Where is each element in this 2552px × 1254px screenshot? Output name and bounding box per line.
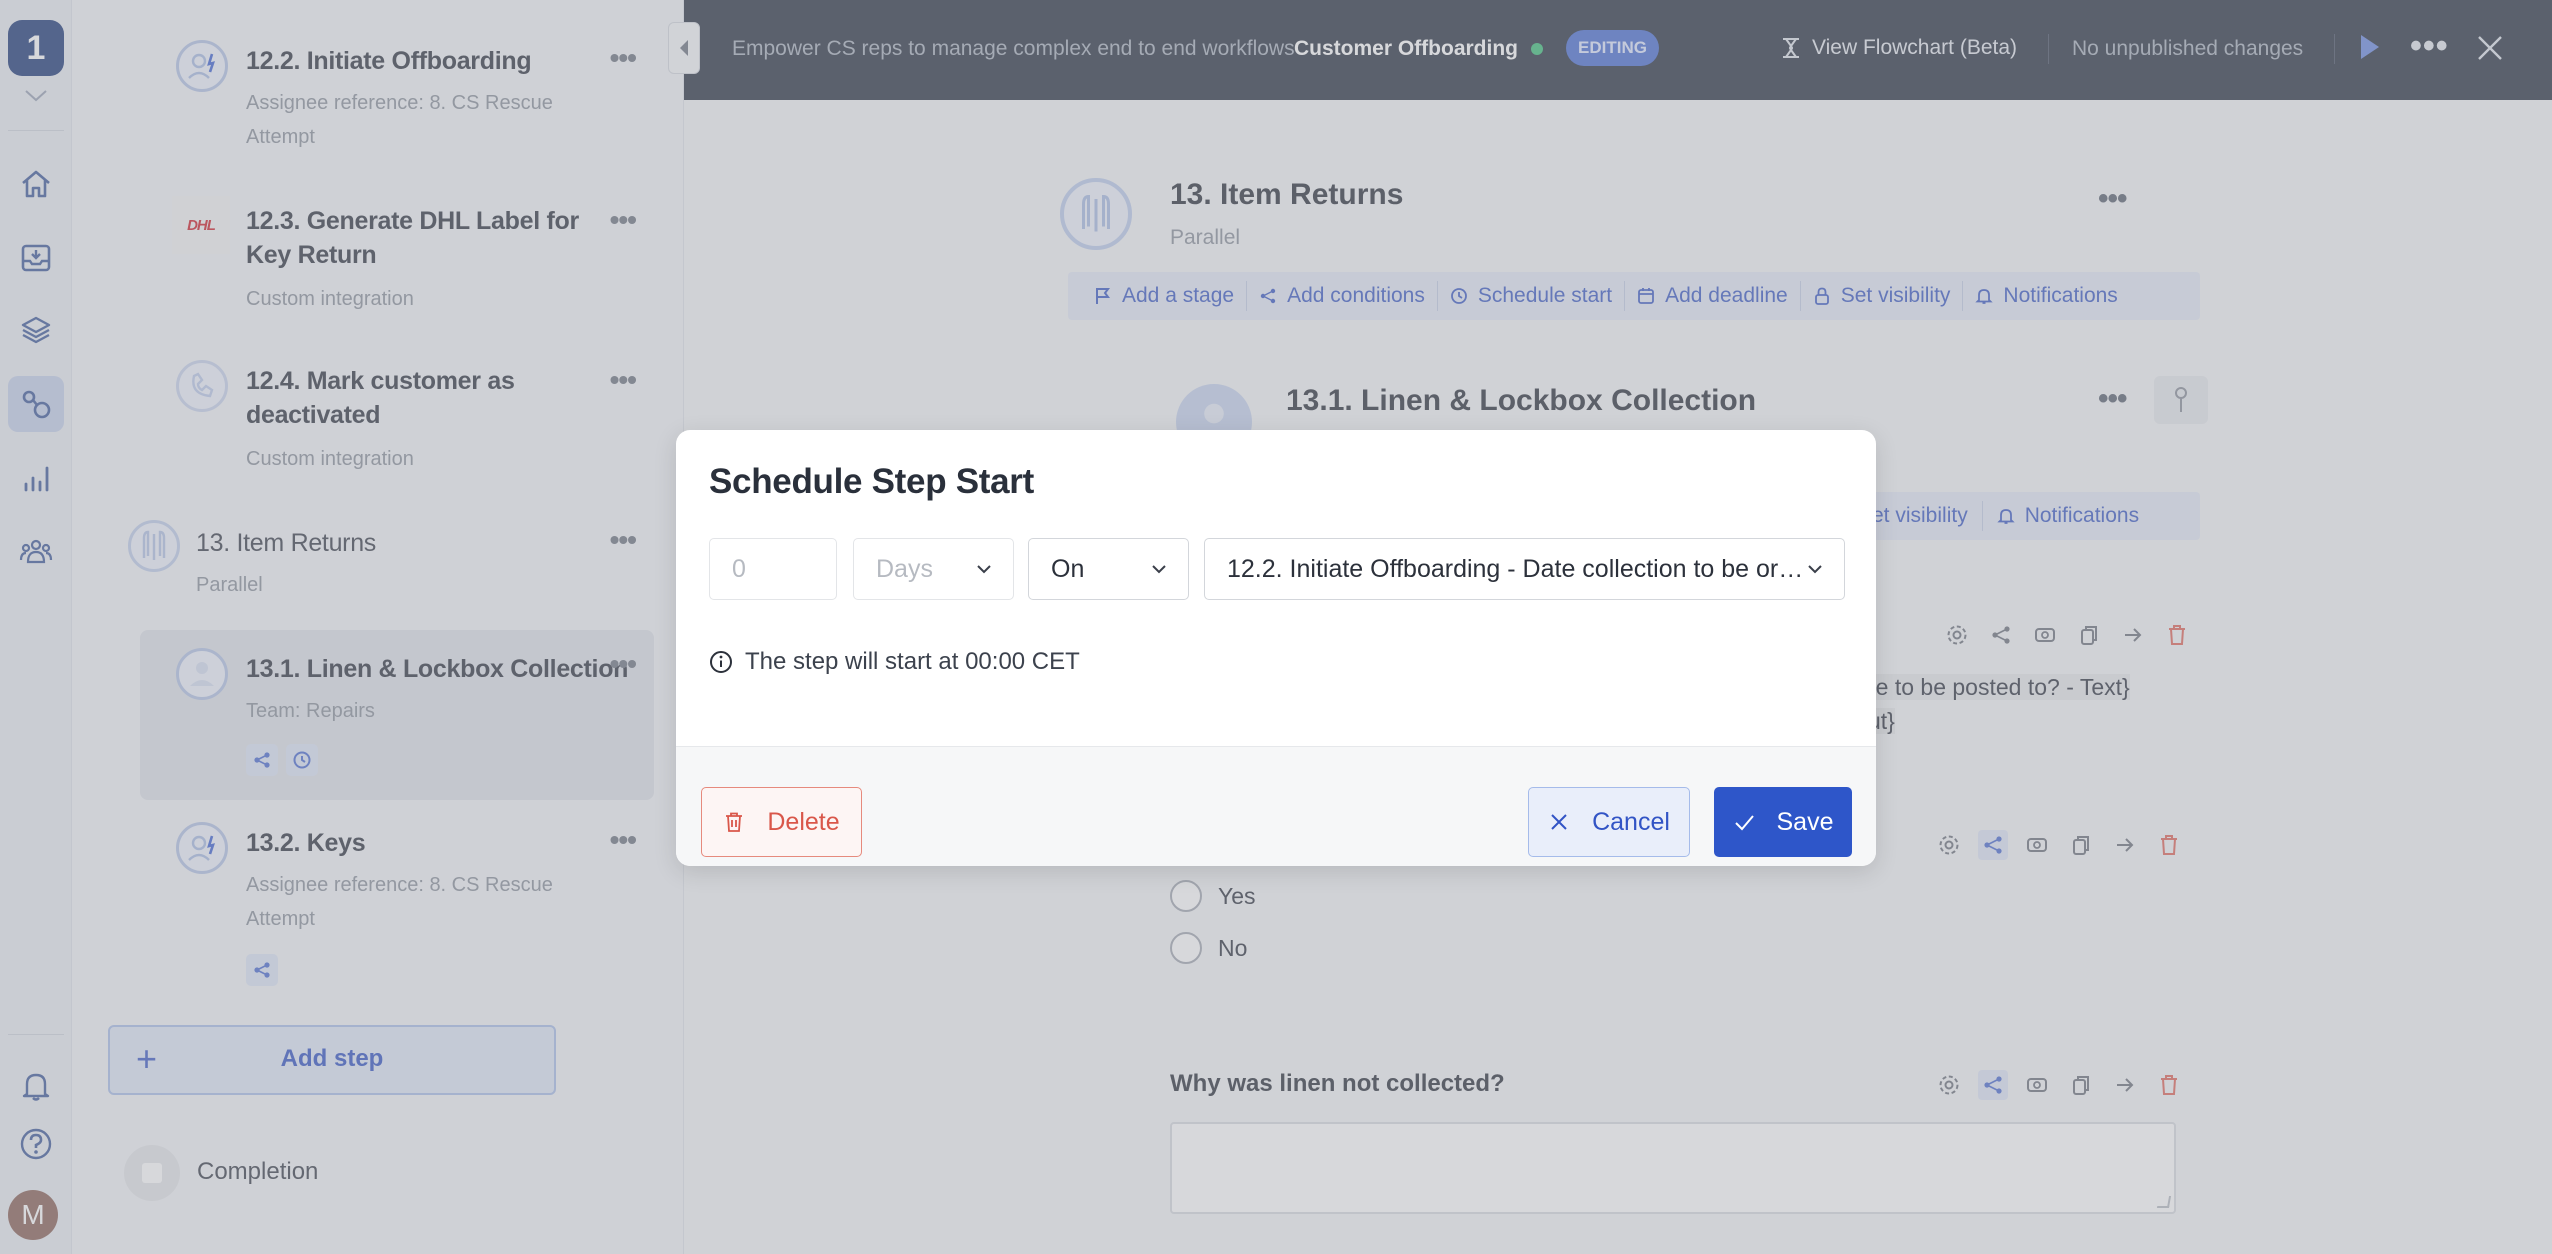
offset-amount-input[interactable]: 0 (709, 538, 837, 600)
delete-button[interactable]: Delete (701, 787, 862, 857)
save-button[interactable]: Save (1714, 787, 1852, 857)
close-icon (1551, 814, 1567, 830)
chevron-down-icon (977, 565, 991, 574)
info-icon (710, 651, 732, 673)
dialog-title: Schedule Step Start (709, 462, 1034, 501)
start-time-info: The step will start at 00:00 CET (709, 648, 1080, 676)
offset-unit-select[interactable]: Days (853, 538, 1014, 600)
chevron-down-icon (1152, 565, 1166, 574)
info-text: The step will start at 00:00 CET (745, 648, 1080, 675)
reference-date-value: 12.2. Initiate Offboarding - Date collec… (1227, 554, 1804, 583)
offset-amount-placeholder: 0 (732, 554, 746, 583)
schedule-step-start-dialog: Schedule Step Start 0 Days On 12.2. Init… (676, 430, 1876, 866)
relation-select[interactable]: On (1028, 538, 1189, 600)
reference-date-select[interactable]: 12.2. Initiate Offboarding - Date collec… (1204, 538, 1845, 600)
cancel-button[interactable]: Cancel (1528, 787, 1690, 857)
trash-icon (726, 812, 743, 832)
delete-label: Delete (767, 807, 840, 836)
relation-value: On (1051, 554, 1085, 583)
dialog-footer: Delete Cancel Save (676, 746, 1876, 866)
cancel-label: Cancel (1592, 807, 1670, 836)
save-label: Save (1776, 807, 1834, 836)
chevron-down-icon (1808, 565, 1822, 574)
check-icon (1734, 815, 1754, 831)
offset-unit-value: Days (876, 554, 933, 583)
